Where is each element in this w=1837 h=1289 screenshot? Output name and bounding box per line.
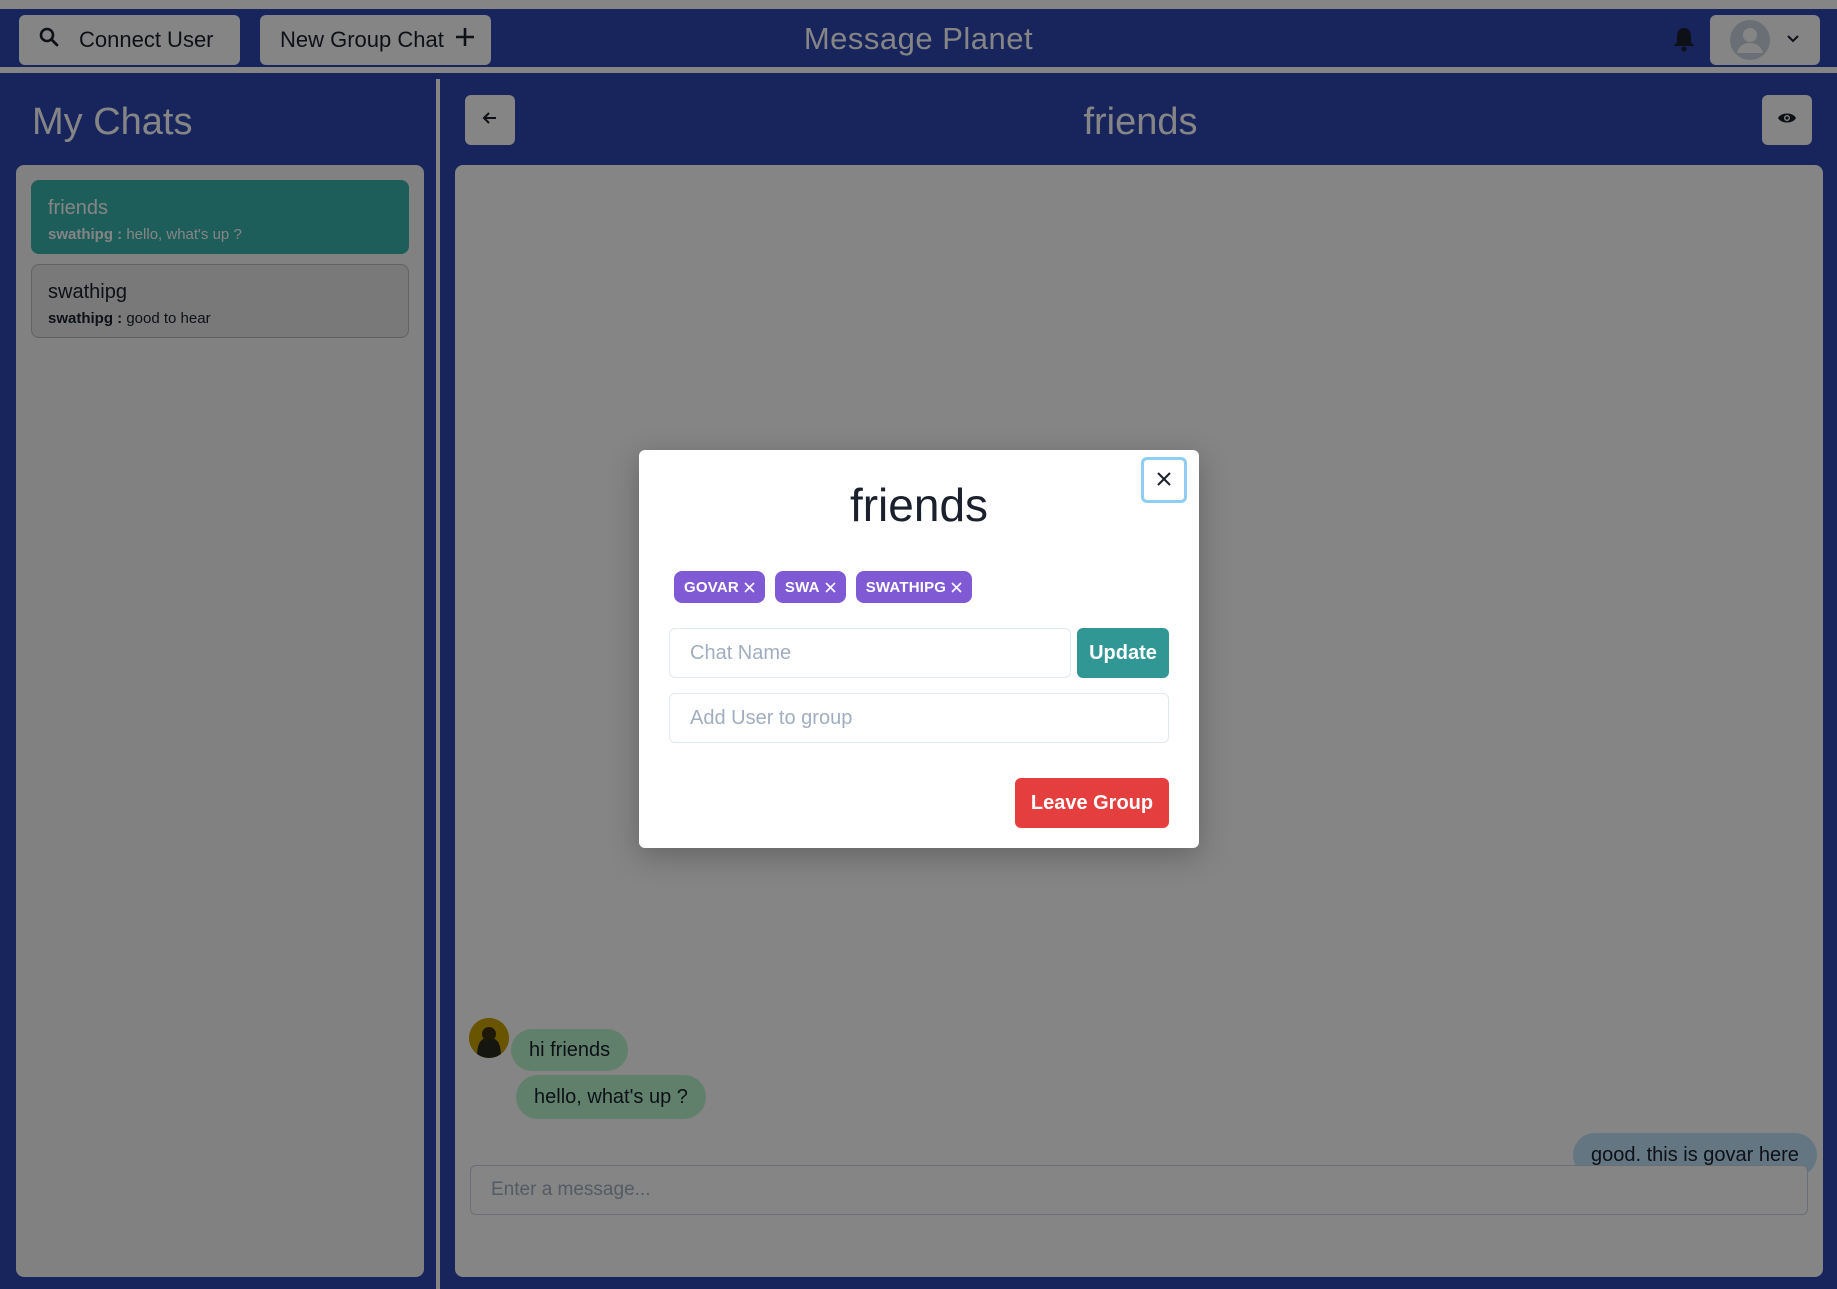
close-button[interactable] [1141, 457, 1187, 503]
member-badge-label: SWA [784, 578, 820, 596]
update-button[interactable]: Update [1077, 628, 1169, 678]
member-badge-govar[interactable]: GOVAR [674, 571, 765, 603]
leave-group-button[interactable]: Leave Group [1015, 778, 1169, 828]
modal-title: friends [849, 479, 989, 531]
group-settings-modal: friends GOVAR SWA SWATHIPG Update Leave … [639, 450, 1199, 848]
close-icon[interactable] [951, 581, 962, 593]
member-badge-swathipg[interactable]: SWATHIPG [855, 571, 973, 603]
close-icon [1156, 471, 1172, 490]
member-badge-swa[interactable]: SWA [774, 571, 846, 603]
member-badge-label: GOVAR [684, 578, 739, 596]
member-badges: GOVAR SWA SWATHIPG [674, 571, 973, 603]
close-icon[interactable] [825, 581, 836, 593]
add-user-input[interactable] [669, 693, 1169, 743]
chat-name-input[interactable] [669, 628, 1071, 678]
member-badge-label: SWATHIPG [865, 578, 947, 596]
close-icon[interactable] [744, 581, 755, 593]
